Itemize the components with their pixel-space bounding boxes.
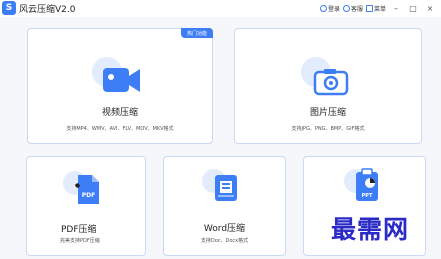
word-compress-card[interactable]: Word压缩 支持Doc、Docx格式	[163, 156, 286, 256]
menu-button[interactable]: 菜单	[365, 4, 386, 13]
word-compress-desc: 支持Doc、Docx格式	[200, 238, 249, 244]
ppt-clipboard-icon: PPT	[356, 168, 378, 201]
app-title: 风云压缩V2.0	[19, 5, 76, 15]
pdf-compress-title: PDF压缩	[61, 225, 97, 235]
camera-icon	[313, 69, 349, 96]
image-compress-title: 图片压缩	[309, 108, 346, 118]
video-compress-desc: 支持MP4、WMV、AVI、FLV、MOV、MKV格式	[66, 126, 174, 132]
titlebar-actions: 登录 客服 菜单 – □ ×	[319, 2, 437, 15]
menu-icon	[365, 5, 373, 12]
login-label: 登录	[327, 6, 340, 13]
user-icon	[319, 5, 327, 12]
video-compress-title: 视频压缩	[101, 108, 138, 118]
maximize-button[interactable]: □	[406, 4, 420, 13]
site-watermark: 最需网	[331, 215, 410, 244]
headset-icon	[342, 5, 350, 12]
pdf-file-icon: PDF	[75, 175, 99, 204]
word-compress-title: Word压缩	[203, 224, 246, 234]
pdf-icon-text: PDF	[82, 192, 95, 199]
service-label: 客服	[350, 6, 363, 13]
customer-service-button[interactable]: 客服	[342, 4, 363, 13]
close-button[interactable]: ×	[423, 4, 437, 13]
word-file-icon	[215, 175, 237, 201]
video-compress-card[interactable]: 热门功能 视频压缩 支持MP4、WMV、AVI、FLV、MOV、MKV格式	[27, 28, 213, 144]
title-bar: S 风云压缩V2.0 登录 客服 菜单 – □ ×	[0, 0, 441, 17]
image-compress-card[interactable]: 图片压缩 支持JPG、PNG、BMP、GIF格式	[234, 28, 422, 144]
ppt-icon-text: PPT	[362, 193, 373, 199]
pdf-compress-card[interactable]: PDF PDF压缩 完美支持PDF压缩	[26, 156, 146, 256]
login-button[interactable]: 登录	[319, 4, 340, 13]
hot-feature-badge: 热门功能	[181, 28, 213, 38]
menu-label: 菜单	[373, 6, 386, 13]
image-compress-desc: 支持JPG、PNG、BMP、GIF格式	[291, 126, 365, 132]
minimize-button[interactable]: –	[389, 4, 403, 13]
video-camera-icon	[103, 68, 140, 92]
pdf-compress-desc: 完美支持PDF压缩	[60, 238, 100, 244]
main-panel: 热门功能 视频压缩 支持MP4、WMV、AVI、FLV、MOV、MKV格式 图片…	[0, 17, 441, 259]
app-logo-icon: S	[2, 1, 16, 15]
